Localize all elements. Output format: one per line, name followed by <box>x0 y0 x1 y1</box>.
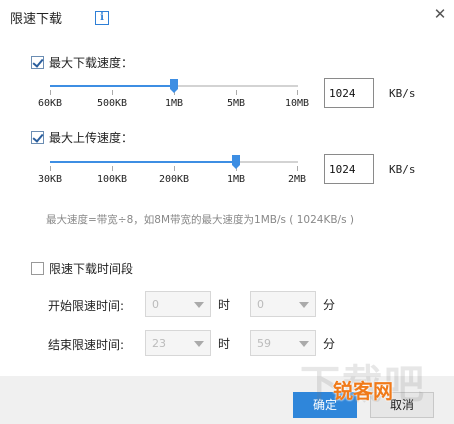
chevron-down-icon <box>194 341 204 347</box>
upload-slider-tick <box>174 166 175 171</box>
download-tick-label: 5MB <box>226 98 246 109</box>
upload-tick-label: 200KB <box>158 174 190 185</box>
download-slider-tick <box>50 90 51 95</box>
upload-speed-slider[interactable] <box>50 152 298 172</box>
end-hour-unit: 时 <box>218 337 231 351</box>
download-limit-checkbox[interactable] <box>31 56 44 69</box>
chevron-down-icon <box>194 302 204 308</box>
start-hour-select[interactable]: 0 <box>145 291 211 317</box>
close-icon[interactable]: ✕ <box>432 6 448 22</box>
schedule-limit-checkbox[interactable] <box>31 262 44 275</box>
upload-limit-checkbox[interactable] <box>31 131 44 144</box>
start-minute-value: 0 <box>257 298 264 311</box>
start-hour-value: 0 <box>152 298 159 311</box>
download-unit-label: KB/s <box>389 87 416 100</box>
download-slider-tick <box>297 90 298 95</box>
upload-tick-label: 30KB <box>37 174 63 185</box>
upload-slider-fill <box>50 161 236 163</box>
watermark-logo: 锐客网 <box>333 379 393 403</box>
title-bar: 限速下载 i ✕ <box>0 0 454 32</box>
dialog-title: 限速下载 <box>10 12 63 27</box>
download-limit-label: 最大下载速度： <box>49 56 134 70</box>
download-slider-thumb[interactable] <box>170 79 178 93</box>
download-tick-label: 500KB <box>96 98 128 109</box>
upload-slider-thumb[interactable] <box>232 155 240 169</box>
download-tick-label: 60KB <box>37 98 63 109</box>
end-time-label: 结束限速时间: <box>48 338 125 352</box>
upload-limit-label: 最大上传速度： <box>49 131 134 145</box>
start-minute-unit: 分 <box>323 298 336 312</box>
start-time-label: 开始限速时间: <box>48 299 125 313</box>
speed-limit-dialog: 限速下载 i ✕ 最大下载速度： 60KB 500KB 1MB 5MB 10MB… <box>0 0 454 424</box>
upload-tick-label: 1MB <box>226 174 246 185</box>
upload-slider-tick <box>112 166 113 171</box>
end-minute-unit: 分 <box>323 337 336 351</box>
download-slider-fill <box>50 85 174 87</box>
upload-unit-label: KB/s <box>389 163 416 176</box>
download-tick-label: 10MB <box>284 98 310 109</box>
download-speed-input[interactable] <box>324 78 374 108</box>
chevron-down-icon <box>299 341 309 347</box>
download-slider-tick <box>236 90 237 95</box>
download-speed-slider[interactable] <box>50 76 298 96</box>
upload-slider-tick <box>297 166 298 171</box>
end-hour-select[interactable]: 23 <box>145 330 211 356</box>
upload-tick-label: 2MB <box>287 174 307 185</box>
end-minute-value: 59 <box>257 337 271 350</box>
download-tick-label: 1MB <box>164 98 184 109</box>
end-hour-value: 23 <box>152 337 166 350</box>
start-hour-unit: 时 <box>218 298 231 312</box>
info-icon[interactable]: i <box>95 11 109 25</box>
upload-tick-label: 100KB <box>96 174 128 185</box>
chevron-down-icon <box>299 302 309 308</box>
upload-speed-input[interactable] <box>324 154 374 184</box>
download-slider-tick <box>112 90 113 95</box>
start-minute-select[interactable]: 0 <box>250 291 316 317</box>
upload-slider-tick <box>50 166 51 171</box>
speed-hint-text: 最大速度=带宽÷8，如8M带宽的最大速度为1MB/s ( 1024KB/s ) <box>46 214 354 226</box>
schedule-limit-label: 限速下载时间段 <box>49 262 134 276</box>
